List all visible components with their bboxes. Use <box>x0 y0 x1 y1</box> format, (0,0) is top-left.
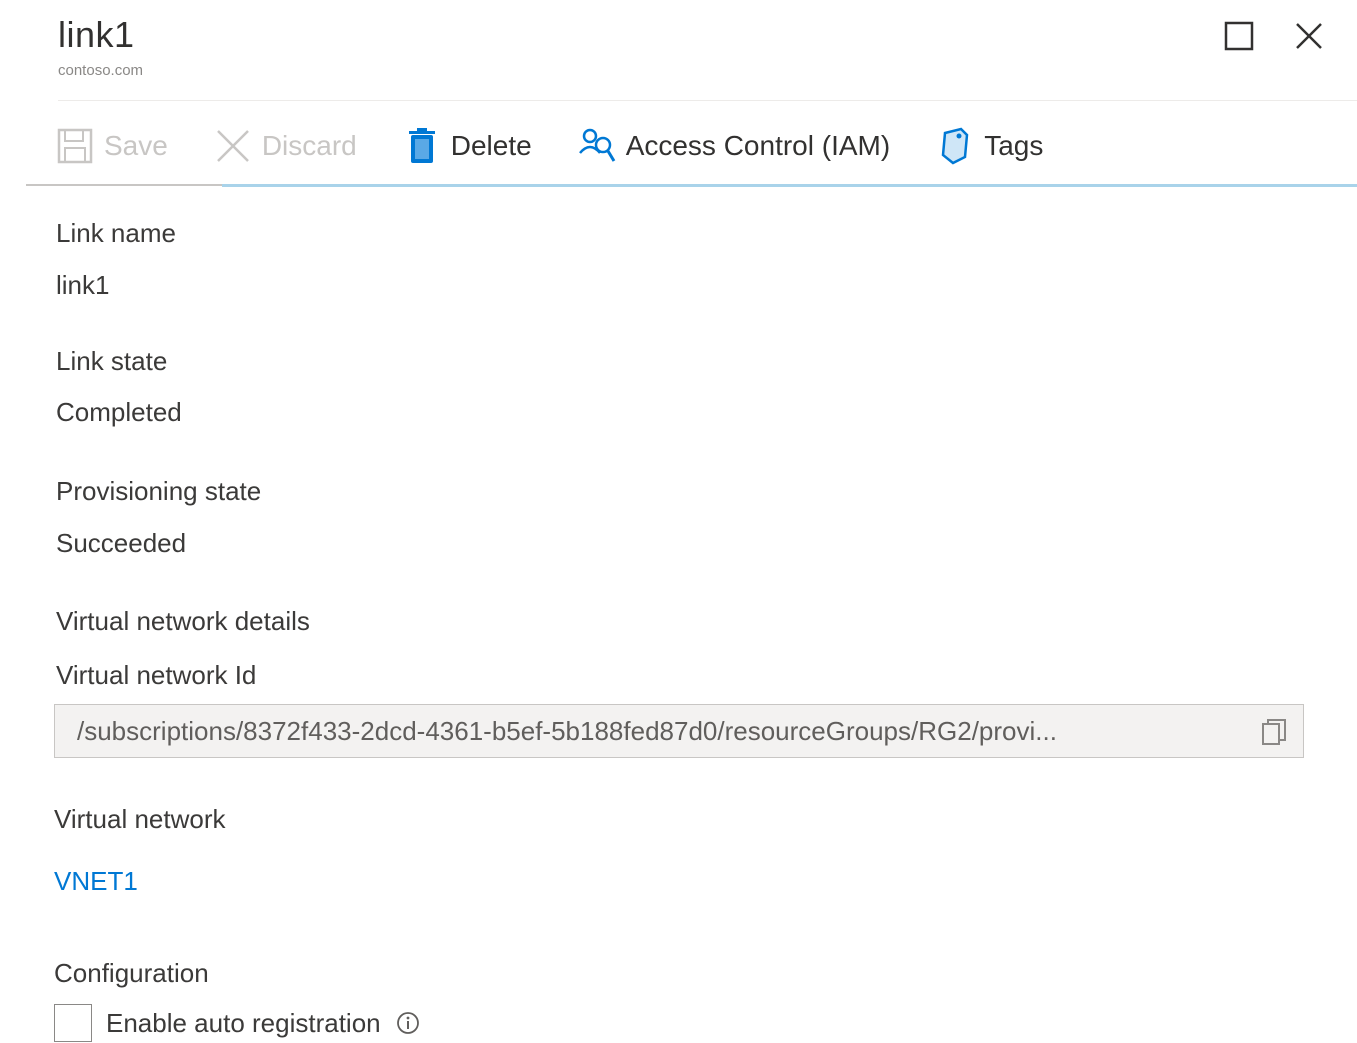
access-control-button[interactable]: Access Control (IAM) <box>578 127 891 165</box>
tags-button[interactable]: Tags <box>936 127 1043 165</box>
save-icon <box>56 127 94 165</box>
info-icon[interactable] <box>395 1010 421 1036</box>
vnet-id-field[interactable]: /subscriptions/8372f433-2dcd-4361-b5ef-5… <box>54 704 1304 758</box>
maximize-button[interactable] <box>1221 18 1257 54</box>
close-button[interactable] <box>1291 18 1327 54</box>
tag-icon <box>936 127 974 165</box>
delete-button[interactable]: Delete <box>403 127 532 165</box>
copy-icon <box>1262 719 1286 745</box>
window-controls <box>1221 18 1327 54</box>
blade-header: link1 contoso.com <box>58 14 143 79</box>
close-icon <box>1296 23 1322 49</box>
save-button[interactable]: Save <box>56 127 168 165</box>
link-name-value: link1 <box>56 270 110 300</box>
save-label: Save <box>104 130 168 161</box>
discard-icon <box>214 127 252 165</box>
copy-button[interactable] <box>1259 717 1289 747</box>
link-blade: link1 contoso.com Save Discard Delete Ac… <box>0 0 1357 1043</box>
trash-icon <box>403 127 441 165</box>
vnet-id-label: Virtual network Id <box>56 660 257 690</box>
auto-registration-label: Enable auto registration <box>106 1007 381 1038</box>
tags-label: Tags <box>984 130 1044 161</box>
provisioning-state-label: Provisioning state <box>56 476 262 506</box>
vnet-id-value[interactable]: /subscriptions/8372f433-2dcd-4361-b5ef-5… <box>77 716 1253 747</box>
link-name-label: Link name <box>56 218 176 248</box>
auto-registration-checkbox[interactable] <box>54 1004 92 1042</box>
header-divider <box>58 100 1357 101</box>
configuration-heading: Configuration <box>54 958 209 988</box>
page-title: link1 <box>58 14 135 55</box>
maximize-icon <box>1224 21 1254 51</box>
discard-button[interactable]: Discard <box>214 127 357 165</box>
vnet-details-heading: Virtual network details <box>56 606 310 636</box>
users-icon <box>578 127 616 165</box>
link-state-label: Link state <box>56 346 168 376</box>
delete-label: Delete <box>450 130 532 161</box>
link-state-value: Completed <box>56 397 182 427</box>
page-subtitle: contoso.com <box>58 62 144 79</box>
access-control-label: Access Control (IAM) <box>625 130 891 161</box>
provisioning-state-value: Succeeded <box>56 528 187 558</box>
vnet-link[interactable]: VNET1 <box>54 866 138 897</box>
toolbar-divider-accent <box>222 184 1357 187</box>
vnet-label: Virtual network <box>54 804 226 834</box>
toolbar-divider-left <box>26 184 222 186</box>
discard-label: Discard <box>261 130 357 161</box>
command-bar: Save Discard Delete Access Control (IAM)… <box>56 120 1089 172</box>
auto-registration-row: Enable auto registration <box>54 1004 421 1042</box>
